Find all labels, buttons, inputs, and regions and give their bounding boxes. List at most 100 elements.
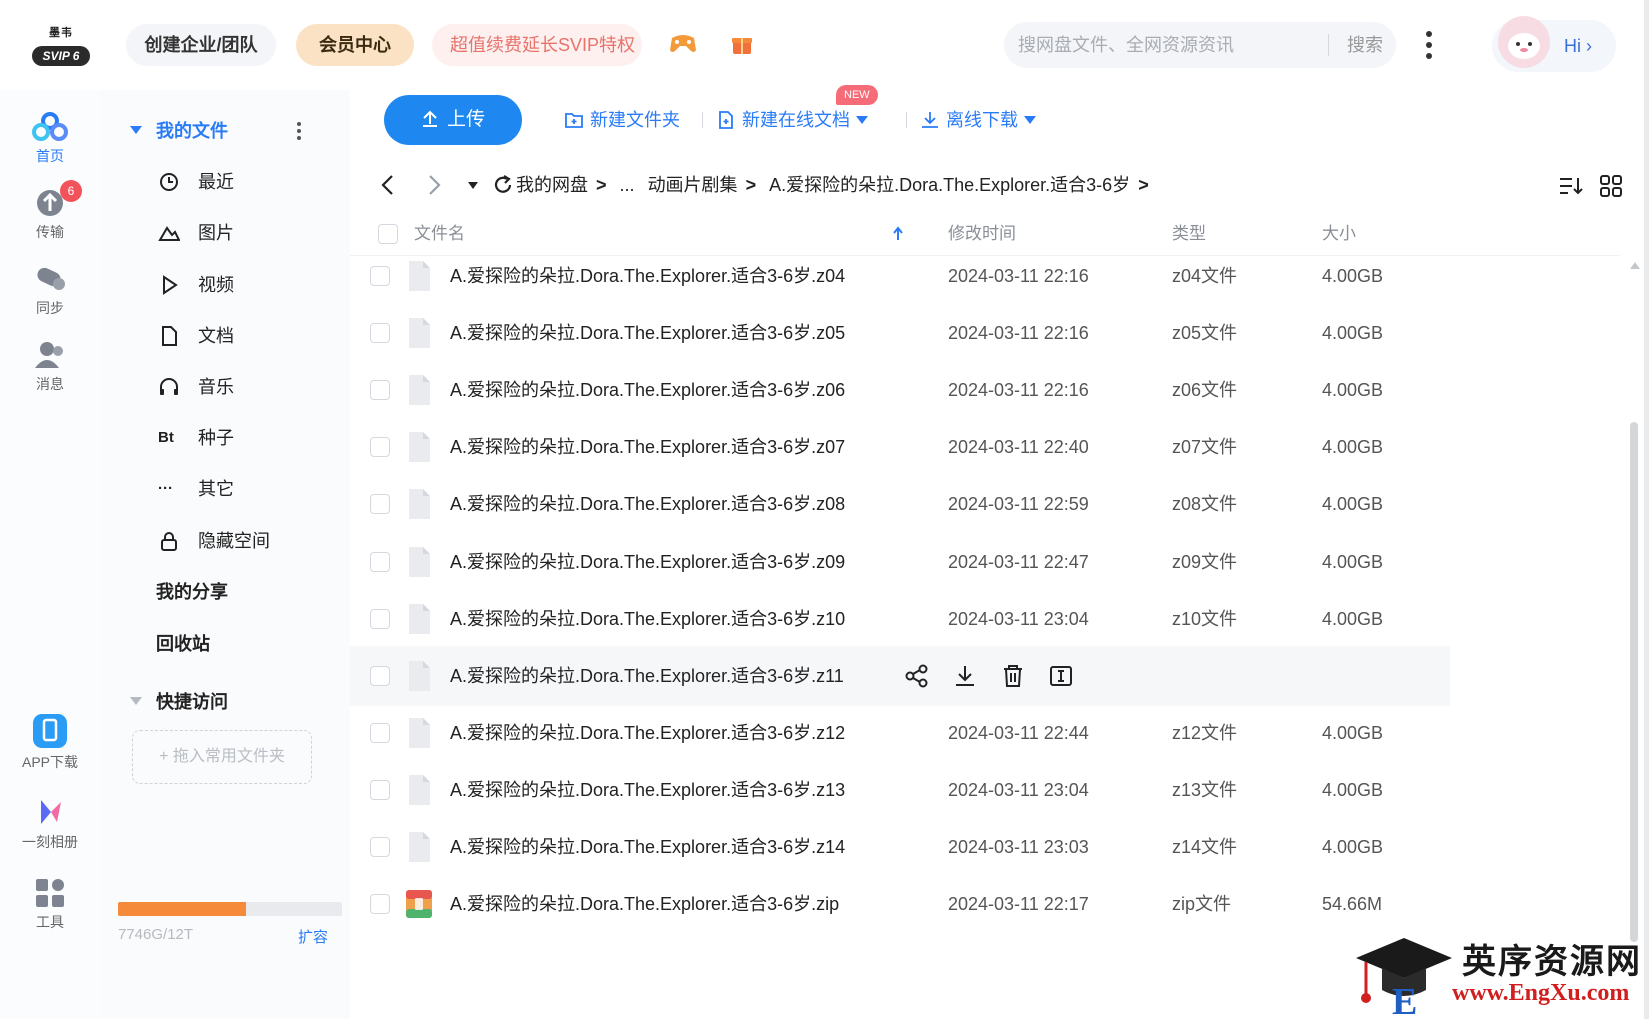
breadcrumb-current-folder[interactable]: A.爱探险的朵拉.Dora.The.Explorer.适合3-6岁	[769, 175, 1130, 195]
breadcrumb-my-drive[interactable]: 我的网盘	[516, 175, 588, 195]
rail-tools[interactable]: 工具	[0, 876, 100, 946]
rail-transfer[interactable]: 6 传输	[0, 180, 100, 256]
history-dropdown-icon[interactable]	[460, 172, 486, 198]
table-row[interactable]: A.爱探险的朵拉.Dora.The.Explorer.适合3-6岁.z05 202…	[350, 303, 1450, 363]
file-name[interactable]: A.爱探险的朵拉.Dora.The.Explorer.适合3-6岁.z14	[450, 817, 845, 877]
forward-icon[interactable]	[420, 172, 446, 198]
sidebar-item-label: 视频	[198, 275, 234, 295]
row-checkbox[interactable]	[370, 323, 390, 344]
table-row[interactable]: A.爱探险的朵拉.Dora.The.Explorer.适合3-6岁.z14 202…	[350, 817, 1450, 877]
file-name[interactable]: A.爱探险的朵拉.Dora.The.Explorer.适合3-6岁.z08	[450, 474, 845, 534]
new-folder-icon	[565, 113, 583, 128]
more-vertical-icon[interactable]	[1418, 28, 1440, 62]
sidebar-item-recent[interactable]: 最近	[100, 159, 350, 205]
row-checkbox[interactable]	[370, 494, 390, 515]
sidebar-my-files[interactable]: 我的文件	[100, 108, 350, 154]
search-input[interactable]	[1012, 22, 1322, 68]
drag-folder-dropzone[interactable]: + 拖入常用文件夹	[132, 730, 312, 784]
table-row[interactable]: A.爱探险的朵拉.Dora.The.Explorer.适合3-6岁.z04 202…	[350, 246, 1450, 306]
sidebar-item-torrents[interactable]: Bt 种子	[100, 415, 350, 461]
sidebar-item-documents[interactable]: 文档	[100, 313, 350, 359]
download-icon[interactable]	[952, 663, 978, 689]
row-checkbox[interactable]	[370, 380, 390, 401]
file-name[interactable]: A.爱探险的朵拉.Dora.The.Explorer.适合3-6岁.z10	[450, 589, 845, 649]
row-checkbox[interactable]	[370, 722, 390, 743]
sort-ascending-icon[interactable]	[892, 224, 904, 244]
member-center-button[interactable]: 会员中心	[296, 24, 414, 66]
game-icon[interactable]	[668, 32, 698, 56]
file-name[interactable]: A.爱探险的朵拉.Dora.The.Explorer.适合3-6岁.z06	[450, 360, 845, 420]
new-folder-button[interactable]: 新建文件夹	[564, 95, 680, 145]
collapse-caret-icon[interactable]	[130, 126, 142, 134]
sort-icon[interactable]	[1558, 174, 1584, 198]
scrollbar[interactable]	[1628, 262, 1640, 942]
table-row[interactable]: A.爱探险的朵拉.Dora.The.Explorer.适合3-6岁.z07 202…	[350, 417, 1450, 477]
file-name[interactable]: A.爱探险的朵拉.Dora.The.Explorer.适合3-6岁.z07	[450, 417, 845, 477]
sidebar-my-share[interactable]: 我的分享	[100, 569, 350, 615]
file-name[interactable]: A.爱探险的朵拉.Dora.The.Explorer.适合3-6岁.z12	[450, 703, 845, 763]
upload-button[interactable]: 上传	[384, 95, 522, 145]
row-checkbox[interactable]	[370, 551, 390, 572]
table-row[interactable]: A.爱探险的朵拉.Dora.The.Explorer.适合3-6岁.z11	[350, 645, 1450, 706]
rail-app-download[interactable]: APP下载	[0, 712, 100, 782]
sidebar-item-others[interactable]: ··· 其它	[100, 466, 350, 512]
row-checkbox[interactable]	[370, 779, 390, 800]
rail-sync[interactable]: 同步	[0, 262, 100, 332]
row-checkbox[interactable]	[370, 894, 390, 915]
expand-storage-link[interactable]: 扩容	[298, 926, 328, 947]
modified-time: 2024-03-11 22:40	[948, 437, 1089, 458]
search-button[interactable]: 搜索	[1338, 22, 1392, 68]
scroll-thumb[interactable]	[1630, 422, 1638, 942]
file-icon	[409, 375, 430, 406]
share-icon[interactable]	[904, 663, 930, 689]
sidebar-item-music[interactable]: 音乐	[100, 364, 350, 410]
table-row[interactable]: A.爱探险的朵拉.Dora.The.Explorer.适合3-6岁.zip 202…	[350, 874, 1450, 934]
file-name[interactable]: A.爱探险的朵拉.Dora.The.Explorer.适合3-6岁.z13	[450, 760, 845, 820]
table-row[interactable]: A.爱探险的朵拉.Dora.The.Explorer.适合3-6岁.z10 202…	[350, 589, 1450, 649]
rail-message[interactable]: 消息	[0, 338, 100, 408]
grid-view-icon[interactable]	[1598, 174, 1624, 198]
table-row[interactable]: A.爱探险的朵拉.Dora.The.Explorer.适合3-6岁.z13 202…	[350, 760, 1450, 820]
sidebar-quick-access[interactable]: 快捷访问	[100, 679, 350, 725]
modified-time: 2024-03-11 22:16	[948, 266, 1089, 286]
delete-icon[interactable]	[1000, 663, 1026, 689]
row-checkbox[interactable]	[370, 266, 390, 286]
sidebar-item-hidden-space[interactable]: 隐藏空间	[100, 518, 350, 564]
row-checkbox[interactable]	[370, 437, 390, 458]
file-name[interactable]: A.爱探险的朵拉.Dora.The.Explorer.适合3-6岁.z09	[450, 532, 845, 592]
rail-album[interactable]: 一刻相册	[0, 796, 100, 866]
select-all-checkbox[interactable]	[378, 224, 398, 244]
rail-home[interactable]: 首页	[0, 110, 100, 180]
upload-icon	[422, 110, 437, 127]
create-team-button[interactable]: 创建企业/团队	[126, 24, 276, 66]
sidebar-item-pictures[interactable]: 图片	[100, 210, 350, 256]
table-row[interactable]: A.爱探险的朵拉.Dora.The.Explorer.适合3-6岁.z06 202…	[350, 360, 1450, 420]
sidebar-recycle-bin[interactable]: 回收站	[100, 621, 350, 667]
user-menu[interactable]: Hi ›	[1492, 16, 1616, 72]
gift-icon[interactable]	[730, 32, 754, 56]
more-vertical-icon[interactable]	[296, 120, 302, 142]
breadcrumb: 我的网盘 > ... 动画片剧集 > A.爱探险的朵拉.Dora.The.Explo…	[516, 160, 1157, 210]
file-name[interactable]: A.爱探险的朵拉.Dora.The.Explorer.适合3-6岁.z11	[450, 646, 844, 706]
refresh-icon[interactable]	[490, 172, 516, 198]
collapse-caret-icon[interactable]	[130, 697, 142, 705]
file-name[interactable]: A.爱探险的朵拉.Dora.The.Explorer.适合3-6岁.z05	[450, 303, 845, 363]
table-row[interactable]: A.爱探险的朵拉.Dora.The.Explorer.适合3-6岁.z09 202…	[350, 532, 1450, 592]
breadcrumb-ellipsis[interactable]: ...	[620, 175, 635, 195]
offline-download-button[interactable]: 离线下载	[920, 95, 1036, 145]
rename-icon[interactable]	[1048, 663, 1074, 689]
svip-promo-button[interactable]: 超值续费延长SVIP特权	[432, 24, 642, 66]
scroll-up-arrow-icon[interactable]	[1630, 262, 1640, 269]
file-name[interactable]: A.爱探险的朵拉.Dora.The.Explorer.适合3-6岁.z04	[450, 246, 845, 306]
sidebar-item-videos[interactable]: 视频	[100, 262, 350, 308]
file-type: z09文件	[1172, 551, 1238, 572]
table-row[interactable]: A.爱探险的朵拉.Dora.The.Explorer.适合3-6岁.z12 202…	[350, 703, 1450, 763]
row-checkbox[interactable]	[370, 608, 390, 629]
file-name[interactable]: A.爱探险的朵拉.Dora.The.Explorer.适合3-6岁.zip	[450, 874, 839, 934]
row-checkbox[interactable]	[370, 837, 390, 857]
breadcrumb-cartoons[interactable]: 动画片剧集	[648, 175, 738, 195]
back-icon[interactable]	[376, 172, 402, 198]
row-checkbox[interactable]	[370, 665, 390, 686]
svip-logo[interactable]: 墨韦 SVIP 6	[30, 24, 92, 70]
table-row[interactable]: A.爱探险的朵拉.Dora.The.Explorer.适合3-6岁.z08 202…	[350, 474, 1450, 534]
